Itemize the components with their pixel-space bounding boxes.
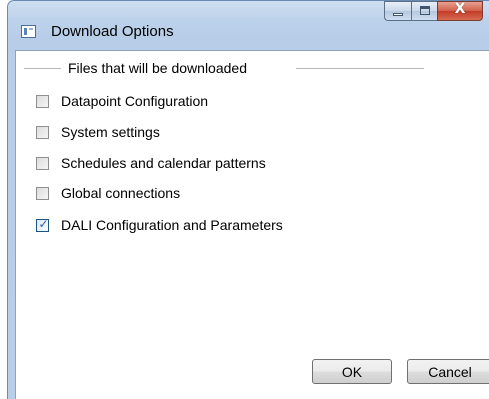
maximize-icon — [420, 6, 430, 15]
checkbox-checked[interactable]: ✓ — [36, 216, 49, 232]
option-global-connections[interactable]: Global connections — [36, 182, 180, 204]
checkmark-icon: ✓ — [38, 216, 49, 231]
checkbox-label: Schedules and calendar patterns — [61, 155, 266, 171]
maximize-button[interactable] — [411, 1, 437, 21]
dialog-client-area: Files that will be downloaded Datapoint … — [15, 50, 489, 399]
option-datapoint-configuration[interactable]: Datapoint Configuration — [36, 90, 208, 112]
checkbox[interactable] — [36, 156, 49, 170]
checkbox[interactable] — [36, 186, 49, 200]
option-dali-configuration[interactable]: ✓ DALI Configuration and Parameters — [36, 214, 283, 236]
caption-buttons: X — [384, 1, 483, 21]
minimize-icon — [393, 13, 403, 16]
close-button[interactable]: X — [437, 1, 483, 21]
checkbox-label: Datapoint Configuration — [61, 93, 209, 109]
window-app-icon — [21, 25, 36, 38]
group-box-line-left — [24, 68, 61, 69]
checkbox-label: DALI Configuration and Parameters — [61, 217, 283, 233]
checkbox-label: System settings — [61, 124, 160, 140]
group-box-legend: Files that will be downloaded — [68, 60, 247, 76]
checkbox[interactable] — [36, 94, 49, 108]
title-bar[interactable]: Download Options X — [8, 1, 489, 49]
minimize-button[interactable] — [384, 1, 411, 21]
close-icon: X — [454, 1, 466, 17]
checkbox-label: Global connections — [61, 185, 181, 201]
checkbox[interactable] — [36, 125, 49, 139]
group-box-line-right — [296, 68, 424, 69]
window-title: Download Options — [51, 23, 174, 40]
cancel-button[interactable]: Cancel — [407, 359, 489, 384]
ok-button[interactable]: OK — [312, 359, 392, 384]
option-system-settings[interactable]: System settings — [36, 121, 160, 143]
dialog-window: Download Options X Files that will be do… — [7, 0, 489, 399]
option-schedules-calendar-patterns[interactable]: Schedules and calendar patterns — [36, 152, 266, 174]
